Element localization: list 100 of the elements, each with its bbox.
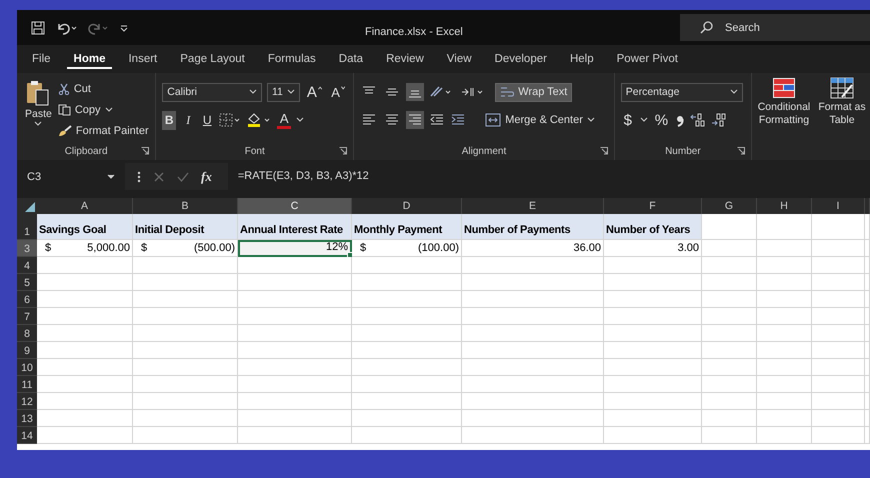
currency-button[interactable]: $ — [620, 110, 635, 130]
number-format-dropdown[interactable]: Percentage — [620, 82, 743, 102]
enter-icon[interactable] — [177, 170, 189, 182]
table-cell — [812, 240, 865, 257]
table-cell — [812, 274, 865, 291]
cut-button[interactable]: Cut — [58, 79, 149, 99]
clipboard-icon — [25, 79, 52, 107]
percent-button[interactable]: % — [652, 110, 670, 130]
row-header[interactable]: 4 — [17, 257, 37, 274]
column-header[interactable]: C — [238, 198, 352, 214]
copy-button[interactable]: Copy — [58, 100, 149, 120]
ribbon-tab[interactable]: Power Pivot — [610, 49, 685, 69]
table-cell — [702, 308, 757, 325]
table-cell — [757, 308, 812, 325]
increase-decimal-icon[interactable] — [690, 112, 706, 128]
row-header[interactable]: 7 — [17, 308, 37, 325]
format-as-table-button[interactable]: Format as Table — [814, 77, 870, 160]
table-cell — [757, 291, 812, 308]
table-cell — [702, 376, 757, 393]
group-label: Number — [665, 146, 701, 156]
row-header[interactable]: 12 — [17, 393, 37, 410]
table-cell: Number of Years — [604, 214, 702, 240]
customize-icon[interactable] — [119, 22, 129, 32]
row-header[interactable]: 8 — [17, 325, 37, 342]
ribbon-tab[interactable]: Home — [66, 49, 112, 69]
table-cell — [757, 240, 812, 257]
cancel-icon[interactable] — [153, 170, 165, 182]
ribbon-tab[interactable]: Review — [379, 49, 431, 69]
font-name-dropdown[interactable]: Calibri — [162, 82, 262, 102]
ribbon-tab[interactable]: Formulas — [260, 49, 323, 69]
copy-icon — [58, 104, 71, 116]
font-color-button[interactable]: A — [277, 112, 292, 128]
decrease-decimal-icon[interactable] — [711, 112, 728, 128]
table-cell — [702, 359, 757, 376]
underline-button[interactable]: U — [200, 110, 214, 130]
row-header[interactable]: 6 — [17, 291, 37, 308]
search-icon — [700, 21, 713, 34]
table-style-icon — [830, 77, 854, 99]
table-cell — [812, 291, 865, 308]
ribbon-tab[interactable]: View — [440, 49, 479, 69]
fill-color-icon[interactable] — [246, 112, 272, 128]
paste-button[interactable]: Paste — [23, 79, 54, 142]
wrap-text-button[interactable]: Wrap Text — [495, 82, 572, 102]
save-icon[interactable] — [31, 20, 45, 34]
search-field[interactable]: Search — [680, 14, 870, 41]
row-header[interactable]: 14 — [17, 427, 37, 444]
caret-down-icon — [340, 86, 346, 90]
row-header[interactable]: 13 — [17, 410, 37, 427]
row-header[interactable]: 5 — [17, 274, 37, 291]
table-cell: 3.00 — [604, 240, 702, 257]
ribbon-tab[interactable]: Data — [332, 49, 370, 69]
increase-font-button[interactable]: A — [304, 82, 324, 102]
borders-icon[interactable] — [219, 113, 242, 127]
font-size-dropdown[interactable]: 11 — [267, 82, 300, 102]
table-cell — [702, 214, 757, 240]
row-header[interactable]: 9 — [17, 342, 37, 359]
bold-button[interactable]: B — [162, 110, 176, 130]
format-painter-button[interactable]: Format Painter — [58, 121, 149, 141]
table-cell: Number of Payments — [462, 214, 604, 240]
table-cell — [812, 342, 865, 359]
paintbrush-icon — [58, 125, 72, 137]
table-cell — [702, 410, 757, 427]
ribbon-tab[interactable]: Developer — [488, 49, 554, 69]
dropdown-icon[interactable] — [640, 117, 648, 123]
decrease-font-button[interactable]: A — [329, 82, 348, 102]
more-icon[interactable] — [137, 170, 141, 182]
table-cell: Monthly Payment — [352, 214, 462, 240]
align-right-icon[interactable] — [406, 111, 424, 129]
row-header[interactable]: 3 — [17, 240, 37, 257]
row-header[interactable]: 10 — [17, 359, 37, 376]
conditional-formatting-button[interactable]: Conditional Formatting — [756, 77, 812, 160]
dropdown-icon[interactable] — [296, 117, 304, 123]
table-cell — [702, 257, 757, 274]
select-all-icon[interactable] — [25, 202, 35, 212]
ribbon-tab[interactable]: File — [25, 49, 58, 69]
italic-button[interactable]: I — [181, 110, 196, 130]
ribbon-tab[interactable]: Help — [562, 49, 601, 69]
table-cell — [812, 376, 865, 393]
dropdown-icon — [730, 89, 738, 95]
group-label: Font — [244, 146, 265, 156]
row-header[interactable]: 11 — [17, 376, 37, 393]
dialog-launcher-icon[interactable] — [339, 147, 348, 155]
insert-function-button[interactable]: fx — [201, 168, 212, 184]
dialog-launcher-icon[interactable] — [737, 147, 745, 155]
ribbon-tab[interactable]: Page Layout — [173, 49, 252, 69]
dialog-launcher-icon[interactable] — [600, 147, 608, 155]
align-bottom-icon[interactable] — [406, 83, 424, 101]
row-header[interactable]: 1 — [17, 214, 37, 240]
table-cell — [702, 240, 757, 257]
table-cell — [702, 274, 757, 291]
ribbon-tab[interactable]: Insert — [121, 49, 164, 69]
name-box[interactable]: C3 — [17, 163, 125, 190]
dialog-launcher-icon[interactable] — [141, 147, 150, 155]
table-cell — [702, 427, 757, 444]
conditional-formatting-icon — [772, 77, 796, 99]
table-cell: Initial Deposit — [133, 214, 238, 240]
merge-center-button[interactable]: Merge & Center — [485, 110, 595, 130]
table-cell: $ (500.00) — [133, 240, 238, 257]
group-label: Alignment — [462, 146, 506, 156]
formula-field[interactable]: =RATE(E3, D3, B3, A3)*12 — [228, 163, 870, 190]
